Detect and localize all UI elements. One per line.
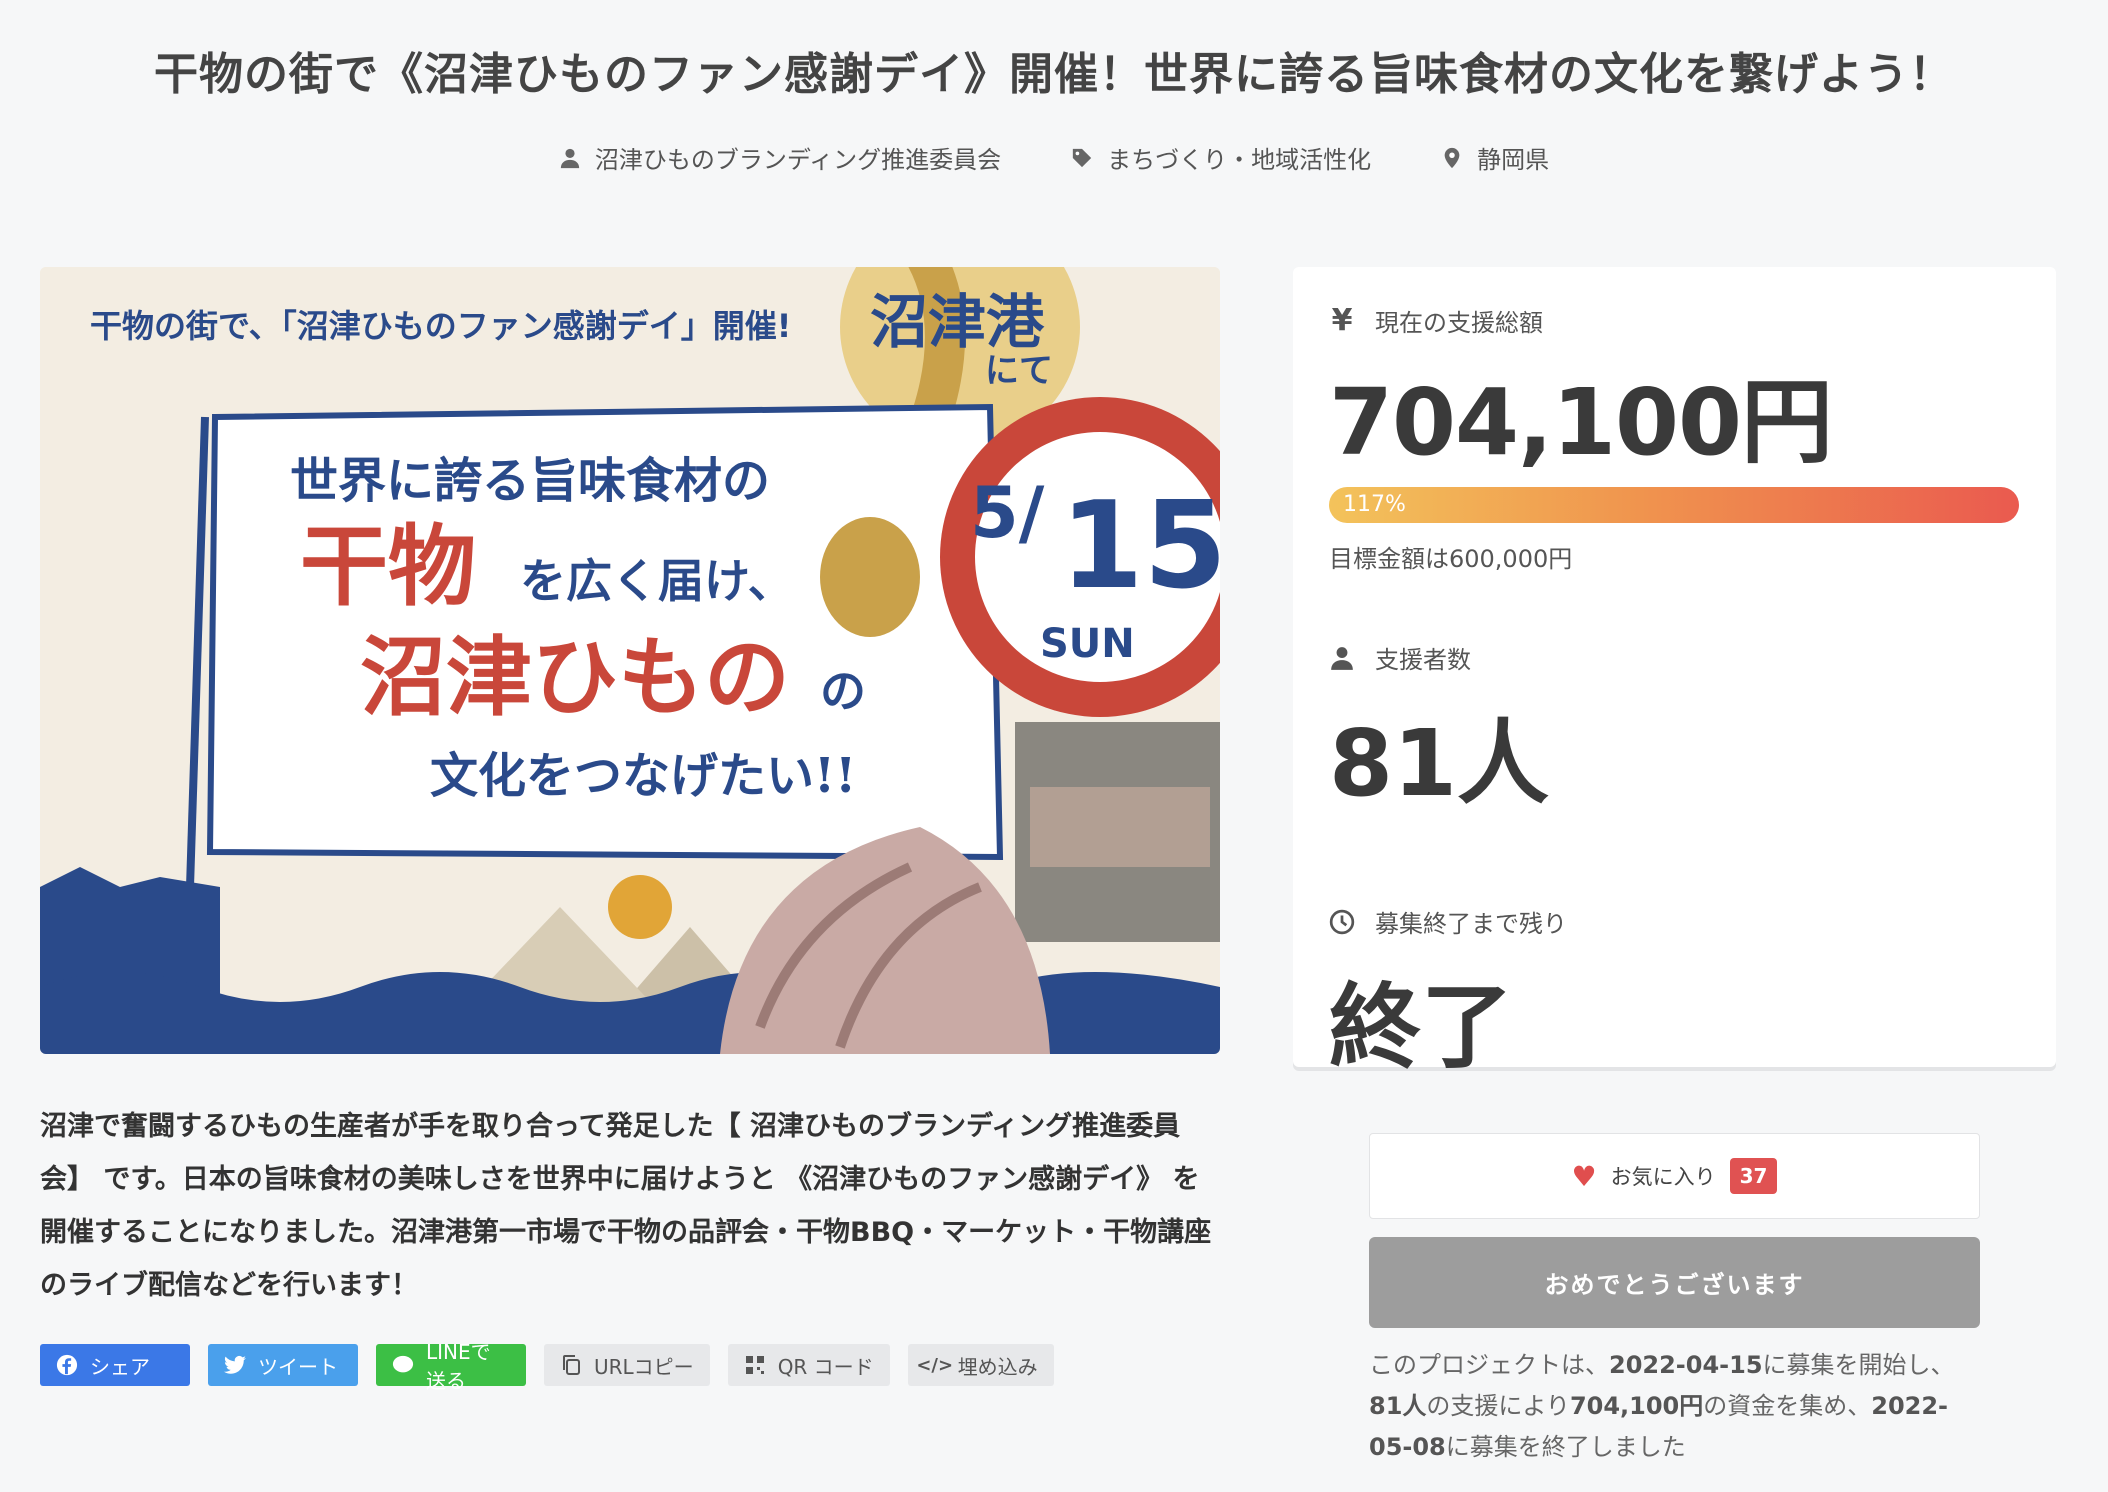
heart-icon: ♥ <box>1571 1159 1597 1193</box>
favorite-count: 37 <box>1729 1158 1778 1194</box>
project-summary: このプロジェクトは、2022-04-15に募集を開始し、81人の支援により704… <box>1369 1351 1955 1461</box>
meta-location[interactable]: 静岡県 <box>1441 140 1549 175</box>
facebook-icon <box>56 1354 78 1376</box>
hero-place-sub: にて <box>985 351 1053 391</box>
url-copy-button[interactable]: URLコピー <box>544 1344 710 1386</box>
hero-line2b: を広く届け、 <box>520 554 794 608</box>
progress-bar: 117% <box>1329 487 2019 523</box>
facebook-share-button[interactable]: シェア <box>40 1344 190 1386</box>
supporters-count: 81人 <box>1329 710 1550 817</box>
supporters-label: 支援者数 <box>1375 646 1471 674</box>
share-buttons: シェア ツイート LINEで送る URLコピー QR コード </> 埋め込み <box>40 1340 1054 1393</box>
yen-icon: ¥ <box>1331 303 1353 338</box>
remaining-label: 募集終了まで残り <box>1375 910 1567 938</box>
qr-code-icon <box>744 1354 766 1376</box>
meta-category[interactable]: まちづくり・地域活性化 <box>1071 140 1371 175</box>
total-amount: 704,100円 <box>1329 369 1833 476</box>
progress-label: 117% <box>1343 492 1406 517</box>
line-share-button[interactable]: LINEで送る <box>376 1340 526 1393</box>
qr-code-button[interactable]: QR コード <box>727 1344 890 1386</box>
hero-date-dow: SUN <box>1040 621 1135 667</box>
hero-line3b: の <box>820 664 866 718</box>
clock-icon <box>1329 909 1355 935</box>
copy-icon <box>560 1354 582 1376</box>
meta-owner[interactable]: 沼津ひものブランディング推進委員会 <box>559 140 1001 175</box>
favorite-label: お気に入り <box>1610 1165 1716 1189</box>
hero-date-day: 15 <box>1060 477 1220 616</box>
map-pin-icon <box>1444 147 1460 168</box>
line-icon <box>392 1354 414 1376</box>
hero-line3: 沼津ひもの <box>360 627 790 728</box>
hero-line1: 世界に誇る旨味食材の <box>290 453 770 509</box>
hero-place: 沼津港 <box>870 288 1045 356</box>
hero-line4: 文化をつなげたい!! <box>430 748 856 804</box>
hero-date-month: 5/ <box>970 472 1045 554</box>
owner-name: 沼津ひものブランディング推進委員会 <box>594 146 1002 174</box>
code-icon: </> <box>916 1354 954 1376</box>
user-icon <box>560 148 579 168</box>
stats-panel: ¥ 現在の支援総額 704,100円 117% 目標金額は600,000円 支援… <box>1293 267 2056 1081</box>
project-meta: 沼津ひものブランディング推進委員会 まちづくり・地域活性化 静岡県 <box>0 140 2108 175</box>
twitter-share-button[interactable]: ツイート <box>208 1344 358 1386</box>
project-description: 沼津で奮闘するひもの生産者が手を取り合って発足した【 沼津ひものブランディング推… <box>40 1111 1212 1301</box>
location-name: 静岡県 <box>1477 146 1550 174</box>
embed-button[interactable]: </> 埋め込み <box>907 1344 1054 1386</box>
goal-amount: 目標金額は600,000円 <box>1329 545 1573 573</box>
category-name: まちづくり・地域活性化 <box>1107 146 1372 174</box>
hero-top-text: 干物の街で、「沼津ひものファン感謝デイ」開催! <box>90 307 791 345</box>
user-icon <box>1329 645 1355 671</box>
remaining-value: 終了 <box>1329 974 1514 1081</box>
congratulations-button[interactable]: おめでとうございます <box>1369 1237 1980 1328</box>
hero-image: 干物の街で、「沼津ひものファン感謝デイ」開催! 沼津港 にて 世界に誇る旨味食材… <box>40 267 1220 1054</box>
total-label: 現在の支援総額 <box>1375 309 1543 337</box>
twitter-icon <box>224 1354 246 1376</box>
page-title: 干物の街で《沼津ひものファン感謝デイ》開催！世界に誇る旨味食材の文化を繋げよう！ <box>154 49 1954 100</box>
hero-line2: 干物 <box>300 514 476 618</box>
tag-icon <box>1072 148 1092 167</box>
favorite-button[interactable]: ♥ お気に入り 37 <box>1369 1133 1980 1219</box>
